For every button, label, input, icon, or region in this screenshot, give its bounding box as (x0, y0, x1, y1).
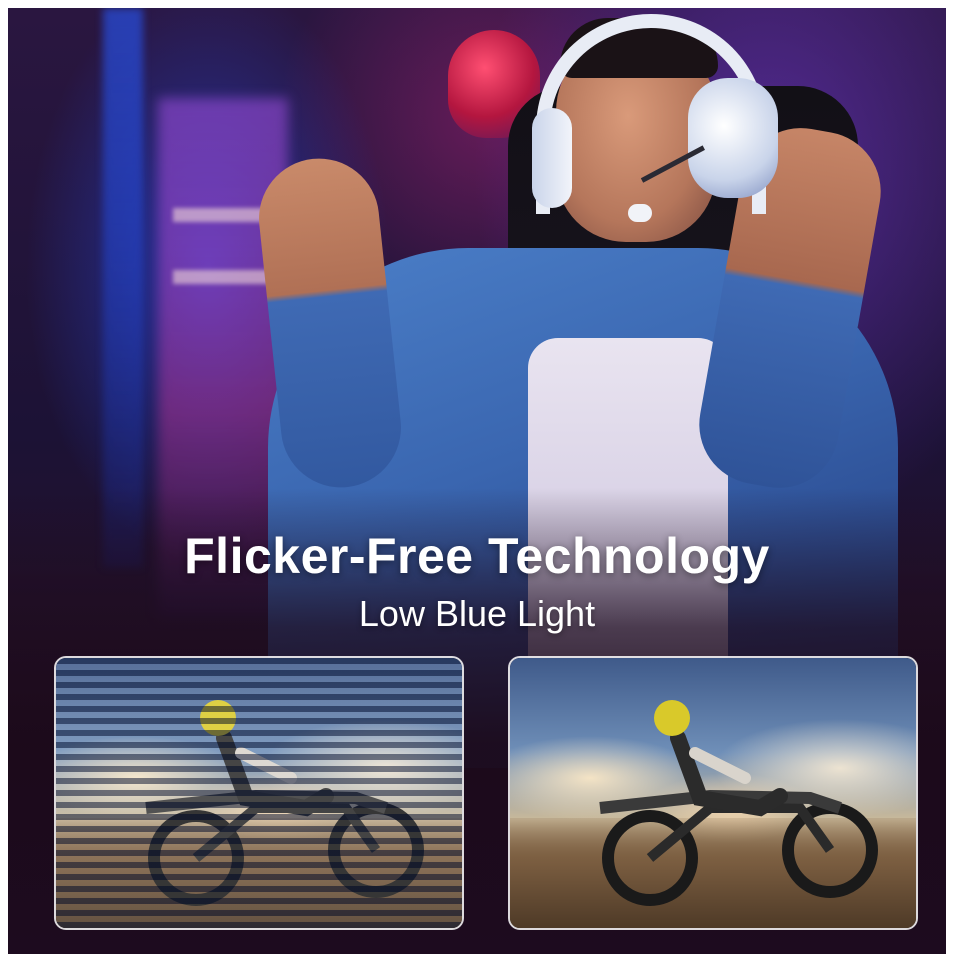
subheadline: Low Blue Light (358, 593, 596, 634)
headset-earcup-right (688, 78, 778, 198)
wall-light (103, 8, 143, 568)
motocross-rider-icon (599, 700, 878, 906)
flicker-stripes (56, 658, 462, 928)
headset-earcup-left (532, 108, 572, 208)
headset-mic (628, 204, 652, 222)
shelf-light (173, 270, 273, 284)
comparison-panel-flicker-free (508, 656, 918, 930)
hero-banner: Flicker-Free Technology Low Blue Light (8, 8, 946, 954)
headline: Flicker-Free Technology (184, 528, 770, 584)
comparison-panel-flicker (54, 656, 464, 930)
